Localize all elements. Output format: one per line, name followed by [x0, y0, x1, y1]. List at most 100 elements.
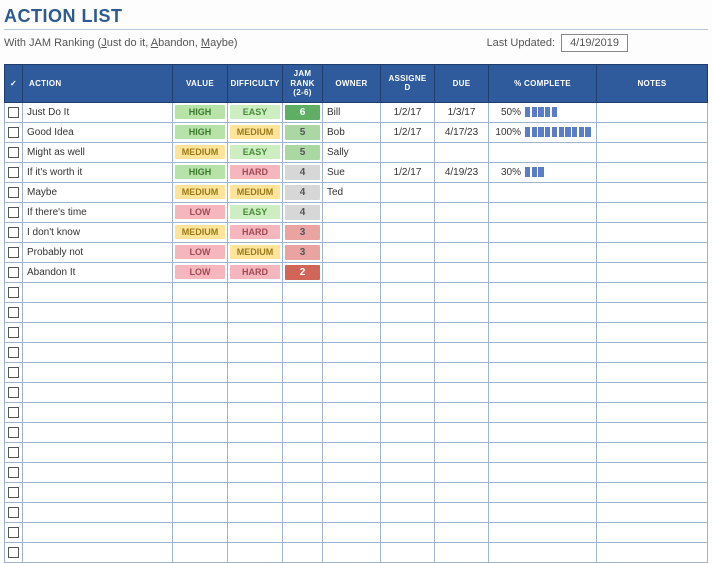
- notes-cell[interactable]: [597, 182, 708, 202]
- empty-cell[interactable]: [173, 542, 228, 562]
- assigned-cell[interactable]: 1/2/17: [381, 124, 434, 141]
- row-checkbox[interactable]: [8, 247, 19, 258]
- row-checkbox[interactable]: [8, 367, 19, 378]
- row-checkbox[interactable]: [8, 287, 19, 298]
- empty-cell[interactable]: [381, 482, 435, 502]
- value-pill[interactable]: HIGH: [175, 165, 225, 179]
- row-checkbox[interactable]: [8, 327, 19, 338]
- empty-cell[interactable]: [381, 442, 435, 462]
- empty-cell[interactable]: [489, 302, 597, 322]
- assigned-cell[interactable]: 1/2/17: [381, 164, 434, 181]
- empty-cell[interactable]: [173, 442, 228, 462]
- col-difficulty[interactable]: DIFFICULTY: [228, 65, 283, 103]
- row-checkbox[interactable]: [8, 387, 19, 398]
- empty-cell[interactable]: [283, 462, 323, 482]
- empty-cell[interactable]: [489, 342, 597, 362]
- col-check[interactable]: ✓: [5, 65, 23, 103]
- empty-cell[interactable]: [283, 342, 323, 362]
- assigned-cell[interactable]: [381, 269, 434, 275]
- empty-cell[interactable]: [381, 342, 435, 362]
- empty-cell[interactable]: [173, 422, 228, 442]
- col-value[interactable]: VALUE: [173, 65, 228, 103]
- empty-cell[interactable]: [489, 542, 597, 562]
- empty-cell[interactable]: [381, 502, 435, 522]
- empty-cell[interactable]: [381, 422, 435, 442]
- due-cell[interactable]: [435, 209, 488, 215]
- notes-cell[interactable]: [597, 242, 708, 262]
- owner-cell[interactable]: [323, 269, 380, 275]
- percent-complete[interactable]: 100%: [489, 125, 596, 140]
- empty-cell[interactable]: [597, 422, 708, 442]
- empty-cell[interactable]: [228, 302, 283, 322]
- empty-cell[interactable]: [435, 462, 489, 482]
- due-cell[interactable]: 1/3/17: [435, 104, 488, 121]
- empty-cell[interactable]: [323, 282, 381, 302]
- empty-cell[interactable]: [597, 402, 708, 422]
- empty-cell[interactable]: [489, 522, 597, 542]
- empty-cell[interactable]: [435, 542, 489, 562]
- due-cell[interactable]: [435, 149, 488, 155]
- percent-complete[interactable]: 30%: [489, 165, 596, 180]
- owner-cell[interactable]: [323, 249, 380, 255]
- empty-cell[interactable]: [173, 522, 228, 542]
- action-cell[interactable]: Just Do It: [23, 104, 172, 121]
- empty-cell[interactable]: [283, 362, 323, 382]
- empty-cell[interactable]: [283, 382, 323, 402]
- empty-cell[interactable]: [597, 462, 708, 482]
- difficulty-pill[interactable]: EASY: [230, 145, 280, 159]
- empty-cell[interactable]: [173, 282, 228, 302]
- notes-cell[interactable]: [597, 222, 708, 242]
- empty-cell[interactable]: [228, 402, 283, 422]
- empty-cell[interactable]: [435, 342, 489, 362]
- empty-cell[interactable]: [489, 462, 597, 482]
- notes-cell[interactable]: [597, 162, 708, 182]
- empty-cell[interactable]: [228, 482, 283, 502]
- empty-cell[interactable]: [228, 362, 283, 382]
- empty-cell[interactable]: [323, 362, 381, 382]
- notes-cell[interactable]: [597, 122, 708, 142]
- row-checkbox[interactable]: [8, 267, 19, 278]
- owner-cell[interactable]: Bill: [323, 104, 380, 121]
- empty-cell[interactable]: [228, 282, 283, 302]
- empty-cell[interactable]: [597, 482, 708, 502]
- row-checkbox[interactable]: [8, 127, 19, 138]
- owner-cell[interactable]: [323, 209, 380, 215]
- assigned-cell[interactable]: [381, 189, 434, 195]
- empty-cell[interactable]: [435, 422, 489, 442]
- empty-cell[interactable]: [597, 322, 708, 342]
- col-due[interactable]: DUE: [435, 65, 489, 103]
- row-checkbox[interactable]: [8, 167, 19, 178]
- empty-cell[interactable]: [381, 382, 435, 402]
- empty-cell[interactable]: [489, 402, 597, 422]
- assigned-cell[interactable]: 1/2/17: [381, 104, 434, 121]
- col-owner[interactable]: OWNER: [323, 65, 381, 103]
- empty-cell[interactable]: [23, 282, 173, 302]
- empty-cell[interactable]: [489, 502, 597, 522]
- empty-cell[interactable]: [435, 322, 489, 342]
- col-notes[interactable]: NOTES: [597, 65, 708, 103]
- empty-cell[interactable]: [597, 342, 708, 362]
- difficulty-pill[interactable]: EASY: [230, 205, 280, 219]
- empty-cell[interactable]: [597, 542, 708, 562]
- empty-cell[interactable]: [489, 382, 597, 402]
- empty-cell[interactable]: [435, 382, 489, 402]
- empty-cell[interactable]: [23, 462, 173, 482]
- empty-cell[interactable]: [23, 342, 173, 362]
- empty-cell[interactable]: [597, 282, 708, 302]
- due-cell[interactable]: [435, 229, 488, 235]
- empty-cell[interactable]: [283, 542, 323, 562]
- value-pill[interactable]: HIGH: [175, 125, 225, 139]
- empty-cell[interactable]: [435, 502, 489, 522]
- notes-cell[interactable]: [597, 202, 708, 222]
- difficulty-pill[interactable]: MEDIUM: [230, 125, 280, 139]
- empty-cell[interactable]: [173, 322, 228, 342]
- action-cell[interactable]: If there's time: [23, 204, 172, 221]
- row-checkbox[interactable]: [8, 187, 19, 198]
- row-checkbox[interactable]: [8, 507, 19, 518]
- row-checkbox[interactable]: [8, 107, 19, 118]
- empty-cell[interactable]: [381, 362, 435, 382]
- empty-cell[interactable]: [23, 362, 173, 382]
- empty-cell[interactable]: [381, 302, 435, 322]
- owner-cell[interactable]: [323, 229, 380, 235]
- empty-cell[interactable]: [173, 342, 228, 362]
